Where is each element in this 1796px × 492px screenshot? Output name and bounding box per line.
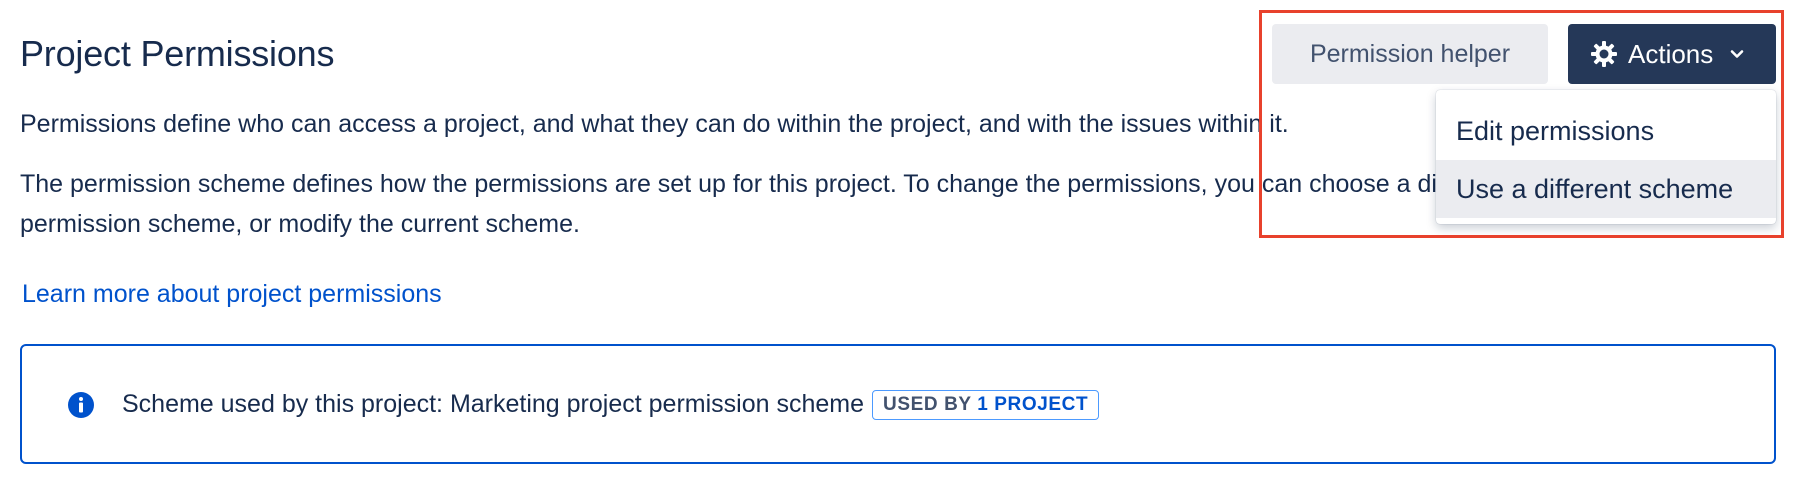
description-line: Permissions define who can access a proj… <box>20 110 1289 138</box>
chevron-down-icon <box>1730 50 1744 58</box>
permission-helper-button[interactable]: Permission helper <box>1272 24 1548 84</box>
lozenge-count: 1 PROJECT <box>977 394 1089 415</box>
description-line: The permission scheme defines how the pe… <box>20 170 1508 198</box>
actions-button[interactable]: Actions <box>1568 24 1776 84</box>
scheme-name: Scheme used by this project: Marketing p… <box>122 390 864 418</box>
scheme-info-text: Scheme used by this project: Marketing p… <box>122 384 1100 424</box>
scheme-description: The permission scheme defines how the pe… <box>20 164 1507 244</box>
menu-item-use-different-scheme[interactable]: Use a different scheme <box>1436 160 1776 218</box>
gear-icon <box>1591 41 1617 67</box>
actions-dropdown-menu: Edit permissions Use a different scheme <box>1436 90 1776 224</box>
page-title: Project Permissions <box>20 33 335 74</box>
scheme-info-panel: Scheme used by this project: Marketing p… <box>20 344 1776 464</box>
actions-label: Actions <box>1628 38 1714 69</box>
description-line: permission scheme, or modify the current… <box>20 210 580 238</box>
permissions-description: Permissions define who can access a proj… <box>20 104 1289 144</box>
usage-lozenge[interactable]: USED BY 1 PROJECT <box>872 390 1100 420</box>
info-icon <box>68 392 94 418</box>
menu-item-edit-permissions[interactable]: Edit permissions <box>1436 102 1776 160</box>
learn-more-link[interactable]: Learn more about project permissions <box>22 274 442 314</box>
lozenge-prefix: USED BY <box>883 394 978 415</box>
